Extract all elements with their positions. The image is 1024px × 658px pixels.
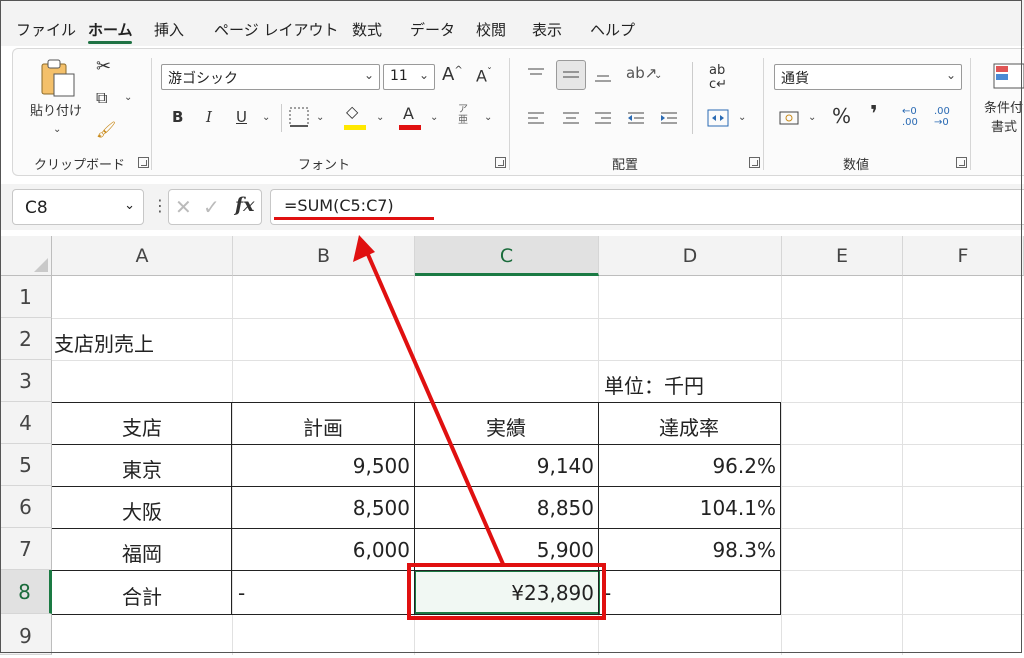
annotation-arrow-icon: [353, 235, 505, 565]
